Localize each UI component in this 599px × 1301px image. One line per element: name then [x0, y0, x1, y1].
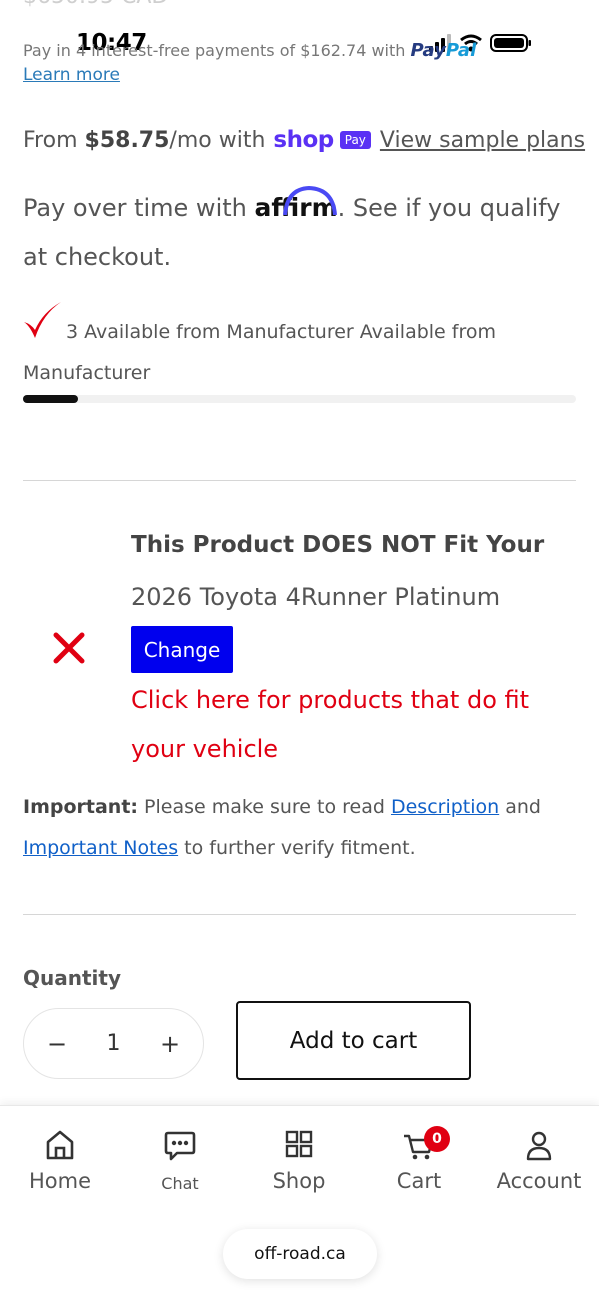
quantity-value[interactable]: 1	[107, 1031, 121, 1056]
nav-item-chat[interactable]: Chat	[120, 1126, 240, 1193]
important-note: Important: Please make sure to read Desc…	[23, 787, 583, 869]
divider	[23, 914, 576, 915]
shop-pay-logo: shop	[273, 127, 334, 153]
shop-pay-suffix: /mo with	[169, 127, 266, 153]
nav-item-cart[interactable]: 0 Cart	[359, 1126, 479, 1193]
add-to-cart-button[interactable]: Add to cart	[236, 1001, 471, 1080]
paypal-logo-pal: Pal	[445, 40, 477, 61]
nav-item-account[interactable]: Account	[479, 1126, 599, 1193]
view-sample-plans-link[interactable]: View sample plans	[380, 128, 585, 153]
important-text-3: to further verify fitment.	[178, 837, 416, 859]
cart-count-badge: 0	[424, 1126, 450, 1152]
battery-icon	[490, 34, 531, 52]
paypal-logo: PayPal	[411, 40, 477, 61]
quantity-increase-button[interactable]: +	[159, 1030, 181, 1058]
price-cutoff: $650.95 CAD	[23, 0, 168, 9]
shop-pay-message: From $58.75/mo with shop Pay View sample…	[23, 127, 585, 153]
affirm-message: Pay over time with affirm. See if you qu…	[23, 183, 573, 282]
nav-label-chat: Chat	[161, 1174, 199, 1193]
affirm-logo: affirm	[255, 185, 338, 222]
quantity-decrease-button[interactable]: −	[46, 1030, 68, 1058]
quantity-label: Quantity	[23, 966, 121, 990]
user-icon	[526, 1131, 552, 1161]
paypal-text: Pay in 4 interest-free payments of $162.…	[23, 41, 406, 60]
shop-pay-badge: Pay	[339, 131, 371, 149]
description-link[interactable]: Description	[391, 796, 499, 818]
stock-progress-bar	[23, 395, 576, 403]
affirm-arc-icon	[282, 185, 337, 216]
shop-pay-prefix: From	[23, 127, 78, 153]
affirm-prefix: Pay over time with	[23, 194, 247, 222]
stock-progress-fill	[23, 395, 79, 403]
important-text-2: and	[499, 796, 541, 818]
paypal-logo-pay: Pay	[410, 40, 446, 61]
grid-icon	[285, 1130, 313, 1158]
nav-label-shop: Shop	[272, 1169, 326, 1193]
nav-label-home: Home	[28, 1169, 91, 1193]
important-label: Important:	[23, 796, 139, 818]
home-icon	[46, 1130, 74, 1160]
nav-item-home[interactable]: Home	[0, 1126, 120, 1193]
fitment-title: This Product DOES NOT Fit Your	[131, 532, 545, 558]
nav-label-account: Account	[496, 1169, 582, 1193]
paypal-learn-more-link[interactable]: Learn more	[23, 65, 120, 85]
change-vehicle-button[interactable]: Change	[131, 626, 233, 673]
quantity-stepper: − 1 +	[23, 1008, 204, 1079]
not-fit-x-icon	[53, 632, 85, 664]
fitting-products-link[interactable]: Click here for products that do fit your…	[131, 676, 571, 774]
url-bar[interactable]: off-road.ca	[223, 1229, 377, 1279]
important-notes-link[interactable]: Important Notes	[23, 837, 178, 859]
important-text-1: Please make sure to read	[138, 796, 391, 818]
chat-icon	[164, 1131, 196, 1161]
fitment-vehicle: 2026 Toyota 4Runner Platinum	[131, 583, 501, 611]
paypal-message: Pay in 4 interest-free payments of $162.…	[23, 40, 476, 61]
availability-text: 3 Available from Manufacturer Available …	[23, 321, 497, 384]
shop-pay-amount: $58.75	[84, 127, 170, 153]
divider	[23, 480, 576, 481]
nav-item-shop[interactable]: Shop	[239, 1126, 359, 1193]
nav-label-cart: Cart	[396, 1169, 442, 1193]
